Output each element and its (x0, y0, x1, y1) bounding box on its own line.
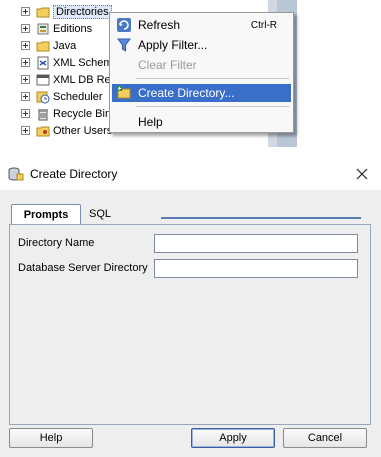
menu-separator (136, 78, 289, 79)
menu-item-clear-filter: Clear Filter (112, 56, 291, 74)
expand-icon[interactable] (21, 58, 30, 67)
folder-icon (36, 5, 50, 19)
menu-item-label: Refresh (138, 18, 181, 32)
menu-item-shortcut: Ctrl-R (250, 19, 277, 31)
create-directory-icon (116, 85, 132, 101)
refresh-icon (116, 17, 132, 33)
screenshot-root: Directories Editions Java XML Schem XML … (0, 0, 381, 457)
tree-item-label: Scheduler (53, 90, 103, 103)
expand-icon[interactable] (21, 7, 30, 16)
expand-icon[interactable] (21, 41, 30, 50)
recycle-bin-icon (36, 107, 50, 121)
filter-icon (116, 37, 132, 53)
menu-item-help[interactable]: Help (112, 113, 291, 131)
menu-item-refresh[interactable]: Refresh Ctrl-R (112, 16, 291, 34)
xml-db-icon (36, 73, 50, 87)
server-directory-input[interactable] (154, 259, 358, 278)
editor-area (297, 0, 381, 147)
tab-label: Prompts (23, 208, 69, 221)
tab-label: SQL (88, 208, 111, 220)
tree-item-label: Other Users (53, 124, 113, 137)
tree-item-label: Java (53, 39, 77, 52)
menu-separator (136, 106, 289, 107)
expand-icon[interactable] (21, 75, 30, 84)
tab-strip: Prompts SQL (0, 204, 381, 224)
directory-name-input[interactable] (154, 234, 358, 253)
database-icon (8, 166, 24, 182)
expand-icon[interactable] (21, 24, 30, 33)
java-icon (36, 39, 50, 53)
tree-item-label: Editions (53, 22, 93, 35)
tab-strip-rule (161, 217, 361, 219)
directory-name-row: Directory Name (18, 233, 94, 253)
scheduler-icon (36, 90, 50, 104)
menu-item-apply-filter[interactable]: Apply Filter... (112, 36, 291, 54)
navigator-panel: Directories Editions Java XML Schem XML … (0, 0, 381, 147)
users-icon (36, 124, 50, 138)
directory-name-label: Directory Name (18, 237, 95, 249)
server-directory-label: Database Server Directory (18, 262, 148, 274)
tab-sql[interactable]: SQL (84, 204, 116, 224)
editions-icon (36, 22, 50, 36)
expand-icon[interactable] (21, 126, 30, 135)
button-label: Help (39, 432, 63, 444)
create-directory-dialog: Create Directory Prompts SQL Directory N… (0, 158, 381, 457)
xml-schema-icon (36, 56, 50, 70)
close-icon[interactable] (353, 165, 371, 183)
tree-item-label: Directories (53, 4, 112, 19)
menu-item-create-directory[interactable]: Create Directory... (112, 84, 291, 102)
prompts-panel: Directory Name Database Server Directory (9, 224, 371, 425)
dialog-title: Create Directory (30, 167, 118, 181)
cancel-button[interactable]: Cancel (283, 428, 367, 448)
help-button[interactable]: Help (9, 428, 93, 448)
menu-item-label: Clear Filter (138, 58, 197, 72)
button-label: Apply (219, 432, 247, 444)
menu-item-label: Help (138, 115, 163, 129)
apply-button[interactable]: Apply (191, 428, 275, 448)
dialog-body: Prompts SQL Directory Name Database Serv… (0, 190, 381, 457)
tree-item-label: XML DB Rep (53, 73, 117, 86)
menu-item-label: Create Directory... (138, 86, 235, 100)
menu-item-label: Apply Filter... (138, 38, 208, 52)
context-menu: Refresh Ctrl-R Apply Filter... Clear Fil… (109, 12, 294, 133)
button-label: Cancel (307, 432, 343, 444)
tree-item-label: XML Schem (53, 56, 113, 69)
tab-prompts[interactable]: Prompts (11, 204, 81, 224)
expand-icon[interactable] (21, 92, 30, 101)
expand-icon[interactable] (21, 109, 30, 118)
tree-item-label: Recycle Bin (53, 107, 112, 120)
dialog-titlebar[interactable]: Create Directory (0, 158, 381, 190)
server-directory-row: Database Server Directory (18, 258, 148, 278)
